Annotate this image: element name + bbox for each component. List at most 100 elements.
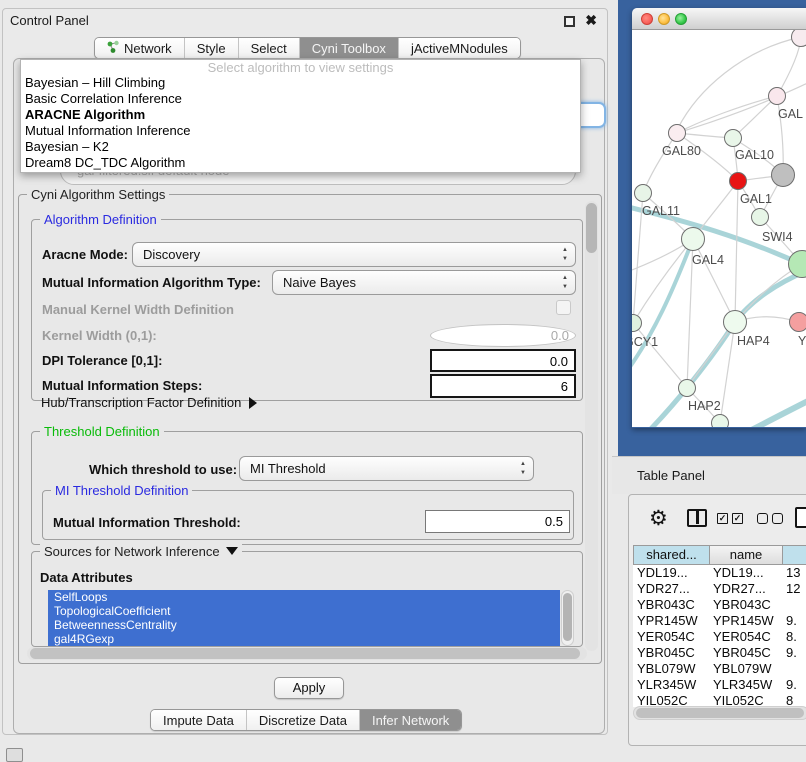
- algorithm-option[interactable]: Mutual Information Inference: [21, 123, 580, 139]
- tab-impute-data[interactable]: Impute Data: [151, 710, 247, 730]
- network-node[interactable]: [723, 310, 747, 334]
- network-node[interactable]: [771, 163, 795, 187]
- table-row[interactable]: YDL19...YDL19...13: [633, 565, 806, 581]
- mi-threshold-group: MI Threshold Definition Mutual Informati…: [42, 490, 574, 540]
- mi-algorithm-type-combobox[interactable]: Naive Bayes ▲▼: [272, 270, 576, 295]
- list-item[interactable]: BetweennessCentrality: [48, 618, 560, 632]
- tab-network-label: Network: [124, 41, 172, 56]
- node-table: shared... name YDL19...YDL19...13 YDR27.…: [633, 545, 806, 707]
- close-icon[interactable]: ✖: [585, 12, 597, 29]
- network-node[interactable]: [751, 208, 769, 226]
- column-header-shared[interactable]: shared...: [633, 545, 709, 565]
- document-icon[interactable]: [795, 507, 806, 528]
- network-node-label: GAL: [778, 107, 803, 121]
- tab-select[interactable]: Select: [239, 38, 300, 58]
- table-horizontal-scrollbar[interactable]: [633, 706, 806, 720]
- list-item[interactable]: gal4RGexp: [48, 632, 560, 646]
- table-row[interactable]: YBR043CYBR043C: [633, 597, 806, 613]
- tab-network[interactable]: Network: [95, 38, 185, 58]
- network-node-label: GAL10: [735, 148, 774, 162]
- settings-group-title: Cyni Algorithm Settings: [27, 187, 169, 202]
- list-scrollbar[interactable]: [561, 590, 574, 646]
- network-node-label: HAP2: [688, 399, 721, 413]
- float-icon[interactable]: [564, 16, 575, 27]
- gear-icon[interactable]: ⚙: [649, 506, 668, 531]
- hub-definition-toggle[interactable]: Hub/Transcription Factor Definition: [41, 395, 257, 410]
- checked-box-icon[interactable]: ✓: [717, 513, 728, 524]
- network-node[interactable]: [711, 414, 729, 427]
- algorithm-option-highlighted[interactable]: ARACNE Algorithm: [21, 107, 580, 123]
- network-node-label: GCY1: [632, 335, 658, 349]
- tab-cyni-toolbox[interactable]: Cyni Toolbox: [300, 38, 399, 58]
- table-row[interactable]: YBL079WYBL079W: [633, 661, 806, 677]
- aracne-mode-combobox[interactable]: Discovery ▲▼: [132, 242, 576, 267]
- mi-threshold-field[interactable]: 0.5: [425, 510, 570, 533]
- which-threshold-combobox[interactable]: MI Threshold ▲▼: [239, 456, 534, 481]
- minimized-panel-icon[interactable]: [6, 748, 23, 762]
- settings-vertical-scrollbar[interactable]: [585, 201, 598, 651]
- aracne-mode-label: Aracne Mode:: [42, 247, 128, 262]
- settings-horizontal-scrollbar[interactable]: [27, 647, 587, 660]
- zoom-traffic-light-icon[interactable]: [675, 13, 687, 25]
- checked-box-icon[interactable]: ✓: [732, 513, 743, 524]
- mi-threshold-group-title: MI Threshold Definition: [51, 483, 192, 498]
- network-tab-icon: [107, 40, 120, 57]
- network-node[interactable]: [681, 227, 705, 251]
- tab-jactivemnodules[interactable]: jActiveMNodules: [399, 38, 520, 58]
- mi-steps-field[interactable]: 6: [430, 374, 576, 398]
- table-header-row: shared... name: [633, 545, 806, 565]
- minimize-traffic-light-icon[interactable]: [658, 13, 670, 25]
- data-attributes-label: Data Attributes: [40, 570, 133, 585]
- network-node[interactable]: [668, 124, 686, 142]
- list-item[interactable]: TopologicalCoefficient: [48, 604, 560, 618]
- dpi-tolerance-label: DPI Tolerance [0,1]:: [42, 353, 162, 368]
- threshold-definition-group: Threshold Definition Which threshold to …: [31, 431, 583, 545]
- tab-infer-network[interactable]: Infer Network: [360, 710, 461, 730]
- network-node[interactable]: [789, 312, 806, 332]
- list-item[interactable]: SelfLoops: [48, 590, 560, 604]
- tab-style[interactable]: Style: [185, 38, 239, 58]
- table-panel: ⚙ ✓ ✓ shared... name YDL19...YDL19...13 …: [628, 494, 806, 746]
- which-threshold-label: Which threshold to use:: [89, 462, 237, 477]
- tab-discretize-data[interactable]: Discretize Data: [247, 710, 360, 730]
- close-traffic-light-icon[interactable]: [641, 13, 653, 25]
- control-panel-titlebar: Control Panel ✖: [3, 9, 607, 33]
- unchecked-box-icon[interactable]: [757, 513, 768, 524]
- combo-arrows-icon: ▲▼: [520, 460, 526, 478]
- columns-icon[interactable]: [687, 509, 707, 527]
- algorithm-option[interactable]: Bayesian – Hill Climbing: [21, 75, 580, 91]
- network-canvas[interactable]: GALGAL80GAL10GAL1GAL11GAL4SWI4GCY1HAP4YH…: [632, 30, 806, 427]
- cyni-algorithm-settings-group: Cyni Algorithm Settings Algorithm Defini…: [18, 194, 602, 664]
- mi-algorithm-type-label: Mutual Information Algorithm Type:: [42, 275, 261, 290]
- unchecked-box-icon[interactable]: [772, 513, 783, 524]
- column-header-partial[interactable]: [782, 545, 806, 565]
- column-header-name[interactable]: name: [709, 545, 782, 565]
- table-row[interactable]: YER054CYER054C8.: [633, 629, 806, 645]
- algorithm-option[interactable]: Dream8 DC_TDC Algorithm: [21, 155, 580, 171]
- network-node[interactable]: [634, 184, 652, 202]
- mi-steps-label: Mutual Information Steps:: [42, 378, 202, 393]
- table-row[interactable]: YDR27...YDR27...12: [633, 581, 806, 597]
- table-row[interactable]: YLR345WYLR345W9.: [633, 677, 806, 693]
- dpi-tolerance-field[interactable]: 0.0: [430, 349, 576, 372]
- network-node[interactable]: [678, 379, 696, 397]
- network-node[interactable]: [724, 129, 742, 147]
- algorithm-option[interactable]: Basic Correlation Inference: [21, 91, 580, 107]
- network-node[interactable]: [729, 172, 747, 190]
- table-row[interactable]: YPR145WYPR145W9.: [633, 613, 806, 629]
- kernel-width-field[interactable]: 0.0: [430, 324, 576, 347]
- data-attributes-list: SelfLoops TopologicalCoefficient Between…: [48, 590, 560, 646]
- combo-arrows-icon: ▲▼: [562, 246, 568, 264]
- table-row[interactable]: YBR045CYBR045C9.: [633, 645, 806, 661]
- network-node-label: GAL4: [692, 253, 724, 267]
- combo-arrows-icon: ▲▼: [562, 274, 568, 292]
- sources-group-title[interactable]: Sources for Network Inference: [40, 544, 242, 559]
- algorithm-option[interactable]: Bayesian – K2: [21, 139, 580, 155]
- manual-kernel-width-checkbox[interactable]: [556, 300, 571, 315]
- cyni-toolbox-panel: gal-filtered.sif default node Select alg…: [13, 58, 605, 734]
- apply-button[interactable]: Apply: [274, 677, 344, 699]
- network-node-label: GAL11: [642, 204, 680, 218]
- network-window[interactable]: GALGAL80GAL10GAL1GAL11GAL4SWI4GCY1HAP4YH…: [632, 8, 806, 428]
- network-node[interactable]: [768, 87, 786, 105]
- network-node-label: GAL1: [740, 192, 772, 206]
